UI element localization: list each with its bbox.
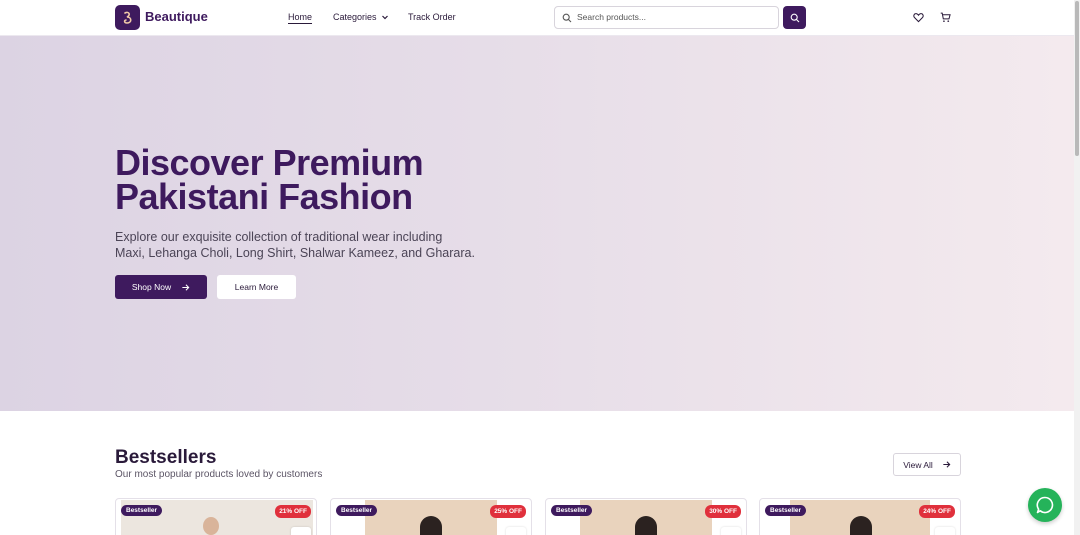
learn-more-label: Learn More <box>234 282 279 292</box>
scrollbar-thumb[interactable] <box>1075 1 1079 156</box>
wishlist-button[interactable] <box>291 527 311 535</box>
nav-track-order[interactable]: Track Order <box>408 12 456 22</box>
learn-more-button[interactable]: Learn More <box>217 275 296 299</box>
shop-now-button[interactable]: Shop Now <box>115 275 207 299</box>
bestsellers-subtitle: Our most popular products loved by custo… <box>115 469 323 480</box>
brand-name[interactable]: Beautique <box>145 9 208 24</box>
product-card[interactable]: Bestseller 24% OFF <box>759 498 961 535</box>
search-icon <box>790 13 799 22</box>
hero-description: Explore our exquisite collection of trad… <box>115 230 475 260</box>
wishlist-button[interactable] <box>721 527 741 535</box>
cart-icon[interactable] <box>940 12 951 23</box>
wishlist-button[interactable] <box>935 527 955 535</box>
product-card[interactable]: Bestseller 21% OFF <box>115 498 317 535</box>
bestseller-badge: Bestseller <box>121 505 163 516</box>
view-all-button[interactable]: View All <box>893 453 961 476</box>
discount-badge: 21% OFF <box>275 505 311 518</box>
product-image[interactable] <box>790 500 930 535</box>
search-field[interactable] <box>554 6 779 29</box>
nav-categories[interactable]: Categories <box>333 12 389 22</box>
nav-categories-label: Categories <box>333 12 377 22</box>
heart-icon[interactable] <box>913 12 924 23</box>
model-photo <box>635 516 657 535</box>
chat-button[interactable] <box>1028 488 1062 522</box>
hero-banner: Discover Premium Pakistani Fashion Explo… <box>0 36 1074 411</box>
bestseller-badge: Bestseller <box>551 505 593 516</box>
discount-badge: 30% OFF <box>705 505 741 518</box>
product-card[interactable]: Bestseller 25% OFF <box>330 498 532 535</box>
model-photo <box>203 517 219 535</box>
bestseller-badge: Bestseller <box>336 505 378 516</box>
model-photo <box>420 516 442 535</box>
discount-badge: 24% OFF <box>919 505 955 518</box>
search-icon <box>562 13 572 23</box>
arrow-right-icon <box>943 461 951 468</box>
bestsellers-title: Bestsellers <box>115 447 217 468</box>
product-card[interactable]: Bestseller 30% OFF <box>545 498 747 535</box>
shop-now-label: Shop Now <box>131 282 172 292</box>
site-header: Beautique Home Categories Track Order <box>0 0 1074 36</box>
arrow-right-icon <box>182 283 190 291</box>
wishlist-button[interactable] <box>506 527 526 535</box>
model-photo <box>850 516 872 535</box>
logo-icon[interactable] <box>115 5 140 30</box>
discount-badge: 25% OFF <box>490 505 526 518</box>
bestseller-badge: Bestseller <box>765 505 807 516</box>
hero-title: Discover Premium Pakistani Fashion <box>115 142 424 217</box>
search-button[interactable] <box>783 6 806 29</box>
search-input[interactable] <box>577 12 772 22</box>
nav-home[interactable]: Home <box>288 12 312 22</box>
product-image[interactable] <box>365 500 497 535</box>
chat-icon <box>1036 496 1054 514</box>
chevron-down-icon <box>381 15 388 20</box>
product-image[interactable] <box>580 500 712 535</box>
view-all-label: View All <box>903 459 933 470</box>
